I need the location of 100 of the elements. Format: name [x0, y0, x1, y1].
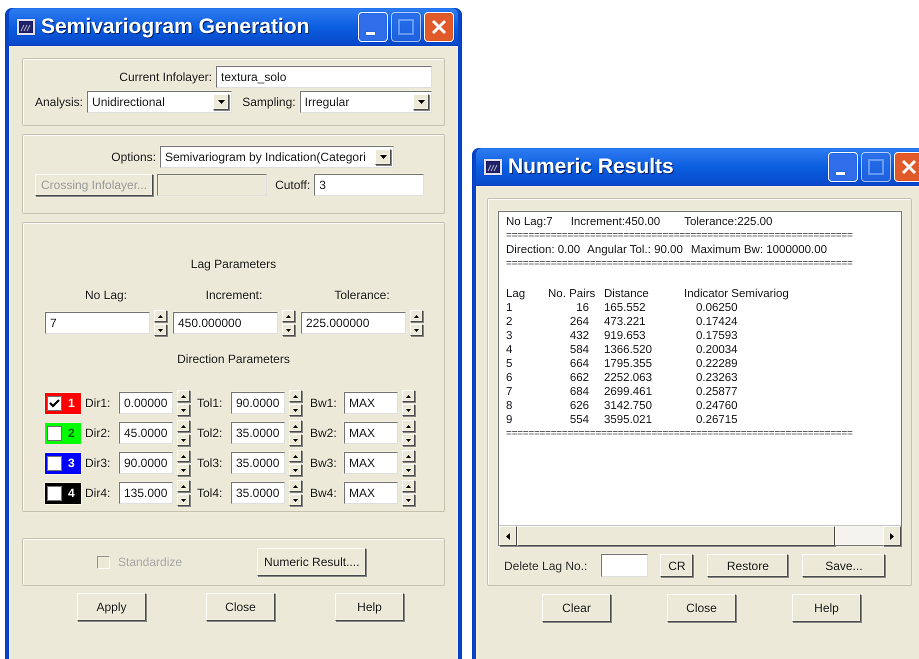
button[interactable]: Save...: [802, 554, 886, 577]
spin-up-button[interactable]: [177, 420, 190, 432]
spin-up-button[interactable]: [402, 420, 415, 432]
spin-up-button[interactable]: [289, 420, 302, 432]
spin-up-button[interactable]: [177, 480, 190, 492]
down-arrow-icon: [181, 438, 186, 442]
maximize-button[interactable]: [861, 152, 891, 182]
table-cell-text: 8: [506, 399, 514, 413]
table-cell-text: 3: [506, 329, 514, 343]
checkbox[interactable]: [47, 396, 62, 410]
table-cell-text: 16: [575, 301, 590, 315]
checkbox[interactable]: [47, 456, 62, 470]
result-text: Direction: 0.00: [506, 243, 580, 257]
input-field[interactable]: [157, 174, 268, 196]
spin-down-button[interactable]: [410, 324, 423, 336]
spin-down-button[interactable]: [402, 434, 415, 446]
minimize-button[interactable]: [828, 152, 858, 182]
spin-down-button[interactable]: [177, 494, 190, 506]
direction-number: 4: [68, 485, 75, 502]
dropdown[interactable]: Unidirectional: [87, 91, 232, 113]
spin-down-button[interactable]: [154, 324, 167, 336]
button[interactable]: Numeric Result....: [257, 548, 366, 576]
table-cell-text: 0.22289: [695, 357, 739, 371]
spin-up-button[interactable]: [282, 310, 295, 322]
input-field[interactable]: 90.0000: [231, 392, 285, 414]
result-text: Maximum Bw: 1000000.00: [690, 243, 828, 257]
spin-down-button[interactable]: [289, 434, 302, 446]
button[interactable]: Clear: [542, 594, 611, 622]
maximize-button[interactable]: [391, 12, 421, 42]
input-field[interactable]: 35.0000: [231, 422, 285, 444]
button[interactable]: Apply: [77, 593, 146, 621]
field-label: Current Infolayer:: [119, 69, 212, 86]
input-field[interactable]: 35.0000: [231, 452, 285, 474]
spin-down-button[interactable]: [177, 434, 190, 446]
input-field[interactable]: 45.0000: [119, 422, 173, 444]
minimize-button[interactable]: [358, 12, 388, 42]
input-field[interactable]: 3: [314, 174, 424, 196]
spin-up-button[interactable]: [402, 480, 415, 492]
scroll-thumb[interactable]: [517, 526, 835, 546]
input-field[interactable]: 7: [45, 312, 150, 334]
button[interactable]: CR: [660, 554, 694, 577]
dropdown-button[interactable]: [213, 94, 230, 110]
dropdown-button[interactable]: [413, 94, 429, 110]
button[interactable]: Restore: [707, 554, 788, 577]
field-label: Sampling:: [242, 94, 296, 111]
spin-up-button[interactable]: [154, 310, 167, 322]
spin-down-button[interactable]: [289, 464, 302, 476]
field-label: Options:: [111, 149, 156, 166]
horizontal-scrollbar[interactable]: [499, 525, 901, 545]
app-icon: [484, 159, 502, 175]
table-cell-text: 554: [568, 413, 590, 427]
spin-up-button[interactable]: [289, 450, 302, 462]
input-field[interactable]: MAX: [344, 392, 398, 414]
spin-down-button[interactable]: [282, 324, 295, 336]
spin-up-button[interactable]: [402, 450, 415, 462]
spin-down-button[interactable]: [402, 494, 415, 506]
check-icon: [49, 398, 60, 408]
up-arrow-icon: [158, 314, 163, 318]
input-field[interactable]: 225.000000: [301, 312, 406, 334]
direction-number: 2: [68, 425, 75, 442]
window-title: Semivariogram Generation: [41, 14, 310, 40]
spin-down-button[interactable]: [177, 404, 190, 416]
checkbox[interactable]: [47, 486, 62, 500]
input-field[interactable]: 135.000: [119, 482, 173, 504]
input-field[interactable]: 0.00000: [119, 392, 173, 414]
spin-up-button[interactable]: [177, 450, 190, 462]
spin-down-button[interactable]: [402, 464, 415, 476]
input-field[interactable]: 90.0000: [119, 452, 173, 474]
close-button[interactable]: [894, 152, 919, 182]
spin-down-button[interactable]: [289, 494, 302, 506]
checkbox[interactable]: [47, 426, 62, 440]
spin-up-button[interactable]: [410, 310, 423, 322]
input-field[interactable]: 450.000000: [173, 312, 278, 334]
spin-up-button[interactable]: [402, 390, 415, 402]
spin-up-button[interactable]: [289, 480, 302, 492]
dropdown-button[interactable]: [375, 149, 391, 165]
up-arrow-icon: [406, 454, 411, 458]
input-field[interactable]: MAX: [344, 482, 398, 504]
button[interactable]: Close: [667, 594, 736, 622]
scroll-right-button[interactable]: [883, 526, 901, 546]
scroll-left-button[interactable]: [499, 526, 517, 546]
button[interactable]: Close: [206, 593, 275, 621]
spin-down-button[interactable]: [177, 464, 190, 476]
dropdown[interactable]: Irregular: [300, 91, 432, 113]
dropdown[interactable]: Semivariogram by Indication(Categori: [160, 146, 394, 168]
close-button[interactable]: [424, 12, 454, 42]
down-arrow-icon: [293, 408, 298, 412]
input-field[interactable]: MAX: [344, 422, 398, 444]
spin-down-button[interactable]: [402, 404, 415, 416]
button[interactable]: Help: [335, 593, 404, 621]
button[interactable]: Help: [792, 594, 861, 622]
field-label: Dir3:: [85, 455, 112, 472]
input-field[interactable]: MAX: [344, 452, 398, 474]
input-field[interactable]: textura_solo: [216, 66, 432, 88]
input-field[interactable]: 35.0000: [231, 482, 285, 504]
input-field[interactable]: [601, 554, 648, 577]
spin-up-button[interactable]: [177, 390, 190, 402]
close-icon: [901, 159, 917, 175]
spin-up-button[interactable]: [289, 390, 302, 402]
spin-down-button[interactable]: [289, 404, 302, 416]
